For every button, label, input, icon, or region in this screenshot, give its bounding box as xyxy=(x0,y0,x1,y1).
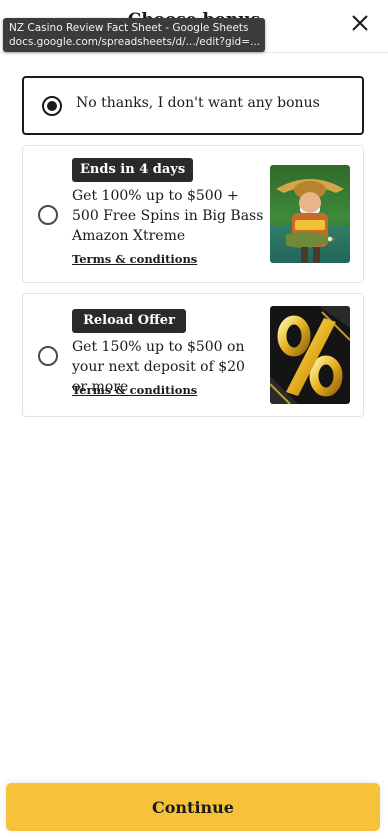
fisherman-game-image xyxy=(270,165,350,263)
no-bonus-radio[interactable] xyxy=(42,96,62,116)
reload-offer-badge: Reload Offer xyxy=(72,309,186,333)
welcome-bonus-radio[interactable] xyxy=(38,205,58,225)
continue-button[interactable]: Continue xyxy=(6,783,380,831)
reload-bonus-option[interactable]: Reload Offer Get 150% up to $500 on your… xyxy=(22,293,364,417)
no-bonus-label: No thanks, I don't want any bonus xyxy=(76,95,320,111)
no-bonus-option[interactable]: No thanks, I don't want any bonus xyxy=(22,76,364,135)
welcome-bonus-option[interactable]: Ends in 4 days Get 100% up to $500 + 500… xyxy=(22,145,364,283)
percent-thumbnail xyxy=(270,306,350,404)
close-button[interactable] xyxy=(350,13,370,33)
browser-tab-tooltip: NZ Casino Review Fact Sheet - Google She… xyxy=(3,18,265,52)
reload-terms-link[interactable]: Terms & conditions xyxy=(72,383,197,397)
tooltip-title: NZ Casino Review Fact Sheet - Google She… xyxy=(9,22,249,34)
percent-icon xyxy=(270,306,350,404)
tooltip-url: docs.google.com/spreadsheets/d/.../edit?… xyxy=(9,36,259,48)
countdown-badge: Ends in 4 days xyxy=(72,158,194,182)
close-icon xyxy=(352,15,368,31)
welcome-terms-link[interactable]: Terms & conditions xyxy=(72,252,197,266)
welcome-bonus-description: Get 100% up to $500 + 500 Free Spins in … xyxy=(72,188,264,244)
reload-bonus-radio[interactable] xyxy=(38,346,58,366)
big-bass-thumbnail xyxy=(270,165,350,263)
